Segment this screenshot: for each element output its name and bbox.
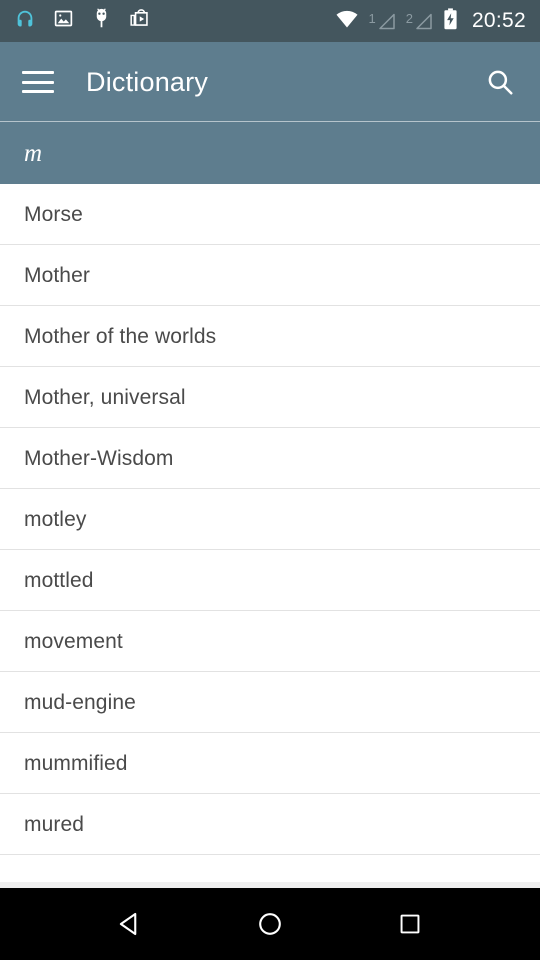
list-item-label: Morse [24, 202, 83, 226]
wifi-icon [335, 9, 359, 34]
headphones-icon [14, 8, 36, 35]
phone-screen: 1 2 20:52 Dictionary m Morse Mother Moth… [0, 0, 540, 960]
hamburger-line [22, 90, 54, 93]
hamburger-line [22, 71, 54, 74]
signal-2-number: 2 [405, 10, 413, 26]
signal-2-icon: 2 [406, 12, 434, 31]
image-icon [53, 8, 74, 34]
dictionary-word-list[interactable]: Morse Mother Mother of the worlds Mother… [0, 184, 540, 882]
status-bar-right-icons: 1 2 20:52 [335, 7, 526, 35]
android-debug-icon [91, 8, 112, 34]
list-item-label: mured [24, 812, 85, 836]
list-bottom-spacer [0, 855, 540, 881]
android-navigation-bar [0, 888, 540, 960]
page-title: Dictionary [86, 66, 209, 97]
list-item[interactable]: Morse [0, 184, 540, 245]
list-item[interactable]: Mother [0, 245, 540, 306]
list-item-label: Mother, universal [24, 385, 186, 409]
list-item-label: Mother [24, 263, 90, 287]
list-item-label: mummified [24, 751, 128, 775]
list-item[interactable]: mummified [0, 733, 540, 794]
list-item-label: motley [24, 507, 87, 531]
signal-1-number: 1 [368, 10, 376, 26]
list-item[interactable]: movement [0, 611, 540, 672]
nav-back-button[interactable] [102, 896, 158, 952]
list-item-label: mottled [24, 568, 94, 592]
list-item-label: Mother-Wisdom [24, 446, 174, 470]
status-bar-clock: 20:52 [471, 9, 526, 32]
list-item[interactable]: mured [0, 794, 540, 855]
list-item[interactable]: mottled [0, 550, 540, 611]
status-bar-left-icons [14, 8, 150, 35]
list-item[interactable]: motley [0, 489, 540, 550]
section-header-letter: m [0, 122, 540, 184]
nav-home-button[interactable] [242, 896, 298, 952]
app-bar: Dictionary [0, 42, 540, 122]
list-item[interactable]: Mother-Wisdom [0, 428, 540, 489]
section-header-label: m [24, 139, 43, 167]
list-item-label: mud-engine [24, 690, 136, 714]
list-item-label: movement [24, 629, 123, 653]
search-icon[interactable] [480, 62, 520, 102]
status-bar: 1 2 20:52 [0, 0, 540, 42]
nav-recents-button[interactable] [382, 896, 438, 952]
battery-charging-icon [443, 7, 458, 35]
signal-1-icon: 1 [368, 12, 396, 31]
play-store-icon [129, 8, 150, 34]
list-item-label: Mother of the worlds [24, 324, 217, 348]
hamburger-menu-icon[interactable] [22, 71, 54, 93]
hamburger-line [22, 80, 54, 84]
list-item[interactable]: Mother, universal [0, 367, 540, 428]
list-item[interactable]: mud-engine [0, 672, 540, 733]
list-item[interactable]: Mother of the worlds [0, 306, 540, 367]
